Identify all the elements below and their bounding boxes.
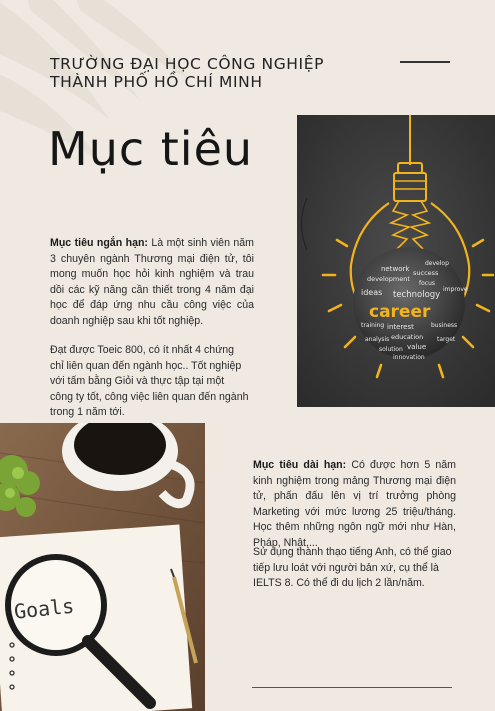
word-cloud-ideas: ideas: [361, 288, 382, 297]
word-cloud-innovation: innovation: [393, 354, 425, 361]
long-term-goal-detail: Sử dụng thành thạo tiếng Anh, có thể gia…: [253, 546, 452, 590]
page: TRƯỜNG ĐẠI HỌC CÔNG NGHIỆP THÀNH PHỐ HỒ …: [0, 0, 495, 711]
university-line-2: THÀNH PHỐ HỒ CHÍ MINH: [50, 72, 263, 91]
short-term-goal-paragraph: Mục tiêu ngắn hạn: Là một sinh viên năm …: [50, 236, 254, 330]
short-term-goal-label: Mục tiêu ngắn hạn:: [50, 237, 148, 249]
career-lightbulb-image: network develop success development focu…: [297, 115, 495, 407]
word-cloud-interest: interest: [387, 323, 414, 331]
page-title: Mục tiêu: [48, 122, 254, 176]
long-term-goal-text: Có được hơn 5 năm kinh nghiệm trong mảng…: [253, 459, 456, 549]
long-term-goal-label: Mục tiêu dài hạn:: [253, 459, 347, 471]
short-term-goal-detail: Đạt được Toeic 800, có ít nhất 4 chứng c…: [50, 344, 249, 419]
footer-divider: [252, 687, 452, 688]
header-divider: [400, 61, 450, 63]
word-cloud-analysis: analysis: [365, 336, 389, 343]
decorative-curve: [301, 197, 308, 251]
university-name: TRƯỜNG ĐẠI HỌC CÔNG NGHIỆP THÀNH PHỐ HỒ …: [50, 55, 380, 91]
word-cloud-technology: technology: [393, 290, 440, 300]
word-cloud-value: value: [407, 343, 426, 351]
word-cloud-focus: focus: [419, 280, 435, 287]
word-cloud-target: target: [437, 336, 456, 343]
word-cloud-training: training: [361, 322, 384, 329]
leaf-shadow-decoration: [0, 0, 190, 160]
word-cloud-network: network: [381, 265, 410, 273]
long-term-goal-paragraph: Mục tiêu dài hạn: Có được hơn 5 năm kinh…: [253, 458, 456, 552]
university-line-1: TRƯỜNG ĐẠI HỌC CÔNG NGHIỆP: [50, 54, 325, 73]
word-cloud-business: business: [431, 322, 457, 329]
word-cloud-development: development: [367, 275, 410, 283]
word-cloud-improve: improve: [443, 286, 468, 293]
career-word: career: [369, 302, 431, 322]
word-cloud-success: success: [413, 269, 439, 277]
word-cloud-develop: develop: [425, 260, 449, 267]
short-term-goal-text: Là một sinh viên năm 3 chuyên ngành Thươ…: [50, 237, 254, 327]
goals-desk-image: Goals: [0, 423, 205, 711]
word-cloud-education: education: [391, 333, 423, 341]
word-cloud-solution: solution: [379, 346, 403, 353]
